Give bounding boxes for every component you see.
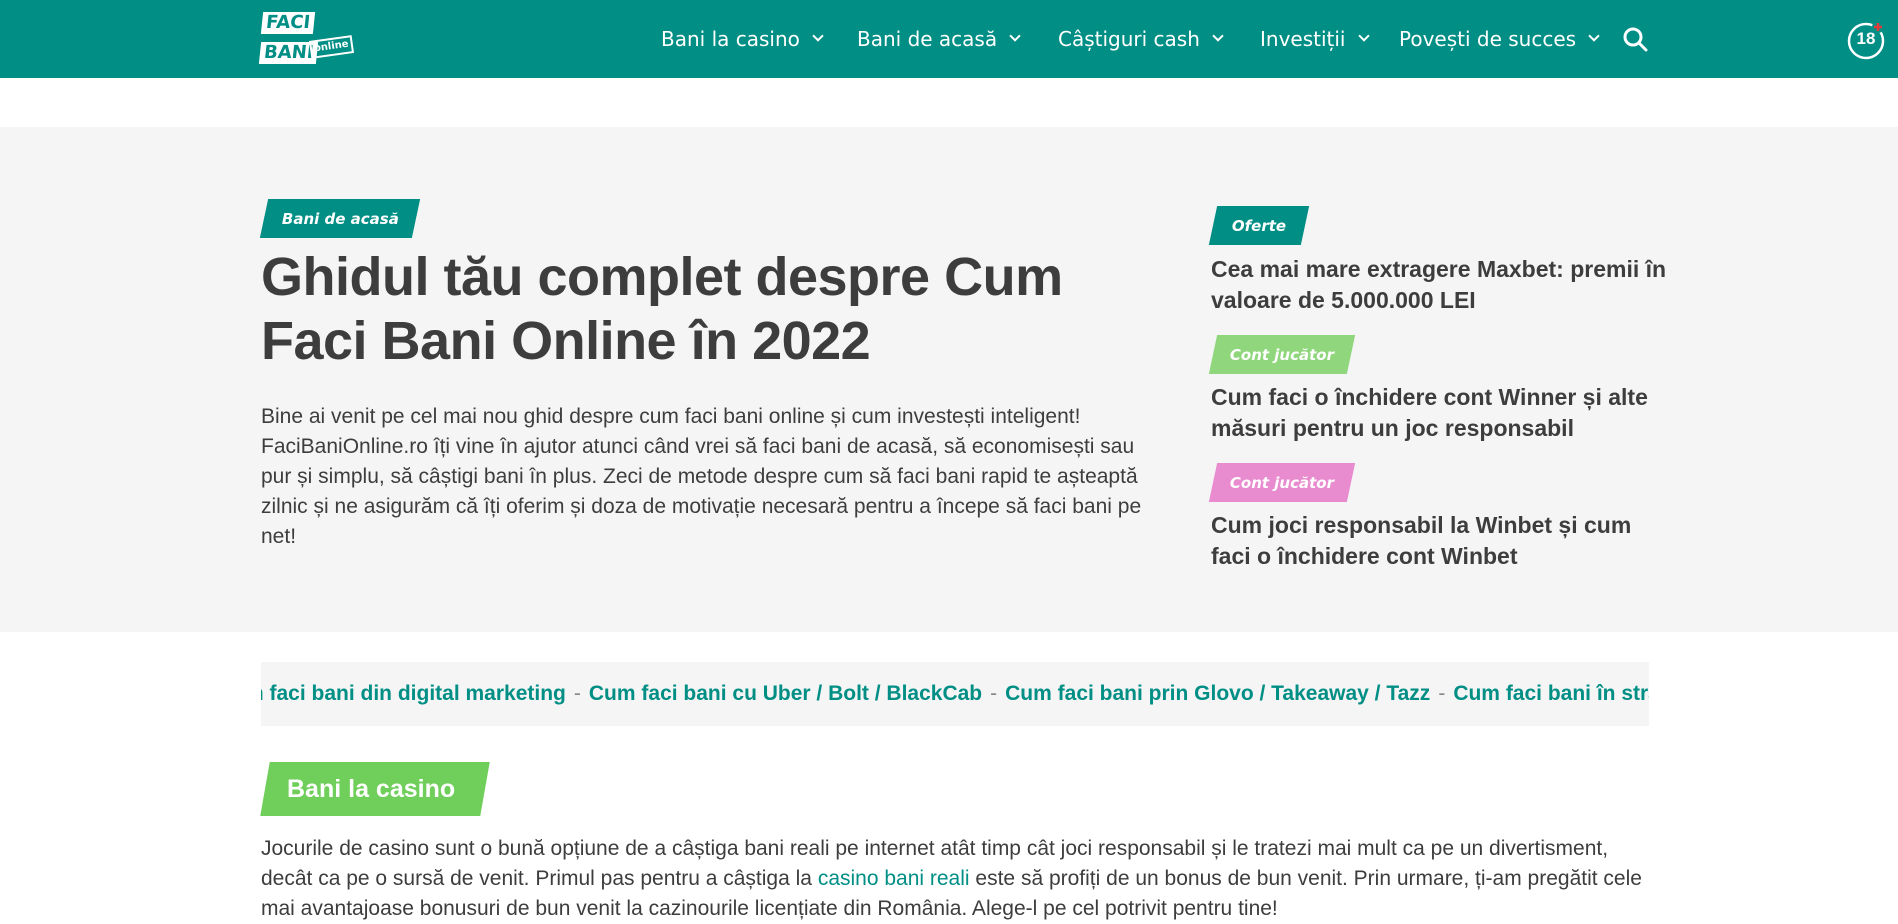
ticker-separator: -	[1438, 682, 1446, 705]
section-heading: Bani la casino	[287, 775, 456, 803]
logo-word-online: online	[308, 35, 354, 59]
title-line-2: Faci Bani Online în 2022	[261, 311, 871, 371]
logo-word-faci: FACI	[260, 12, 316, 34]
nav-bani-de-acasa[interactable]: Bani de acasă	[857, 0, 1021, 78]
nav-castiguri-cash[interactable]: Câștiguri cash	[1058, 0, 1224, 78]
chevron-down-icon	[1009, 30, 1021, 42]
sidebar-article-title[interactable]: Cea mai mare extragere Maxbet: premii în…	[1211, 254, 1671, 316]
section-body-text: Jocurile de casino sunt o bună opțiune d…	[261, 834, 1651, 924]
tag-label: Cont jucător	[1229, 473, 1335, 492]
hero-intro-text: Bine ai venit pe cel mai nou ghid despre…	[261, 405, 1142, 548]
nav-label: Investiții	[1260, 27, 1346, 51]
ticker-link[interactable]: Cum faci bani prin Glovo / Takeaway / Ta…	[1005, 682, 1430, 706]
tag-label: Cont jucător	[1229, 345, 1335, 364]
category-label: Bani de acasă	[281, 209, 399, 228]
ticker-separator: -	[990, 682, 998, 705]
ticker-track: Cum faci bani din digital marketing - Cu…	[261, 662, 1649, 726]
age-restriction-icon: 18	[1846, 20, 1886, 60]
sidebar-tag-oferte[interactable]: Oferte	[1208, 206, 1310, 245]
age-badge-text: 18	[1856, 29, 1876, 48]
ticker-link[interactable]: Cum faci bani din digital marketing	[261, 682, 566, 706]
ticker-link[interactable]: Cum faci bani în străinătate	[1453, 682, 1649, 706]
casino-bani-reali-link[interactable]: casino bani reali	[818, 867, 970, 890]
sidebar-tag-cont-jucator[interactable]: Cont jucător	[1208, 463, 1356, 502]
tag-label: Oferte	[1231, 216, 1287, 235]
top-navigation-bar: FACI BANI online Bani la casino Bani de …	[0, 0, 1898, 78]
ticker-separator: -	[573, 682, 581, 705]
hero-category-tag[interactable]: Bani de acasă	[259, 199, 421, 238]
chevron-down-icon	[1212, 30, 1224, 42]
sidebar-article-title[interactable]: Cum faci o închidere cont Winner și alte…	[1211, 382, 1671, 444]
nav-label: Bani la casino	[661, 27, 800, 51]
nav-povesti-de-succes[interactable]: Povești de succes	[1399, 0, 1600, 78]
links-ticker: Cum faci bani din digital marketing - Cu…	[261, 662, 1649, 726]
chevron-down-icon	[1357, 30, 1370, 42]
sidebar-article-title[interactable]: Cum joci responsabil la Winbet și cum fa…	[1211, 510, 1671, 572]
nav-label: Povești de succes	[1399, 27, 1577, 51]
nav-label: Bani de acasă	[857, 27, 998, 51]
chevron-down-icon	[812, 30, 824, 42]
chevron-down-icon	[1588, 30, 1600, 42]
site-logo[interactable]: FACI BANI online	[258, 10, 354, 68]
nav-investitii[interactable]: Investiții	[1260, 0, 1370, 78]
nav-bani-la-casino[interactable]: Bani la casino	[661, 0, 824, 78]
search-icon[interactable]	[1622, 26, 1648, 52]
sidebar-tag-cont-jucator[interactable]: Cont jucător	[1208, 335, 1356, 374]
nav-label: Câștiguri cash	[1058, 27, 1200, 51]
page-title: Ghidul tău complet despre Cum Faci Bani …	[261, 245, 1161, 373]
ticker-link[interactable]: Cum faci bani cu Uber / Bolt / BlackCab	[589, 682, 982, 706]
title-line-1: Ghidul tău complet despre Cum	[261, 247, 1063, 307]
